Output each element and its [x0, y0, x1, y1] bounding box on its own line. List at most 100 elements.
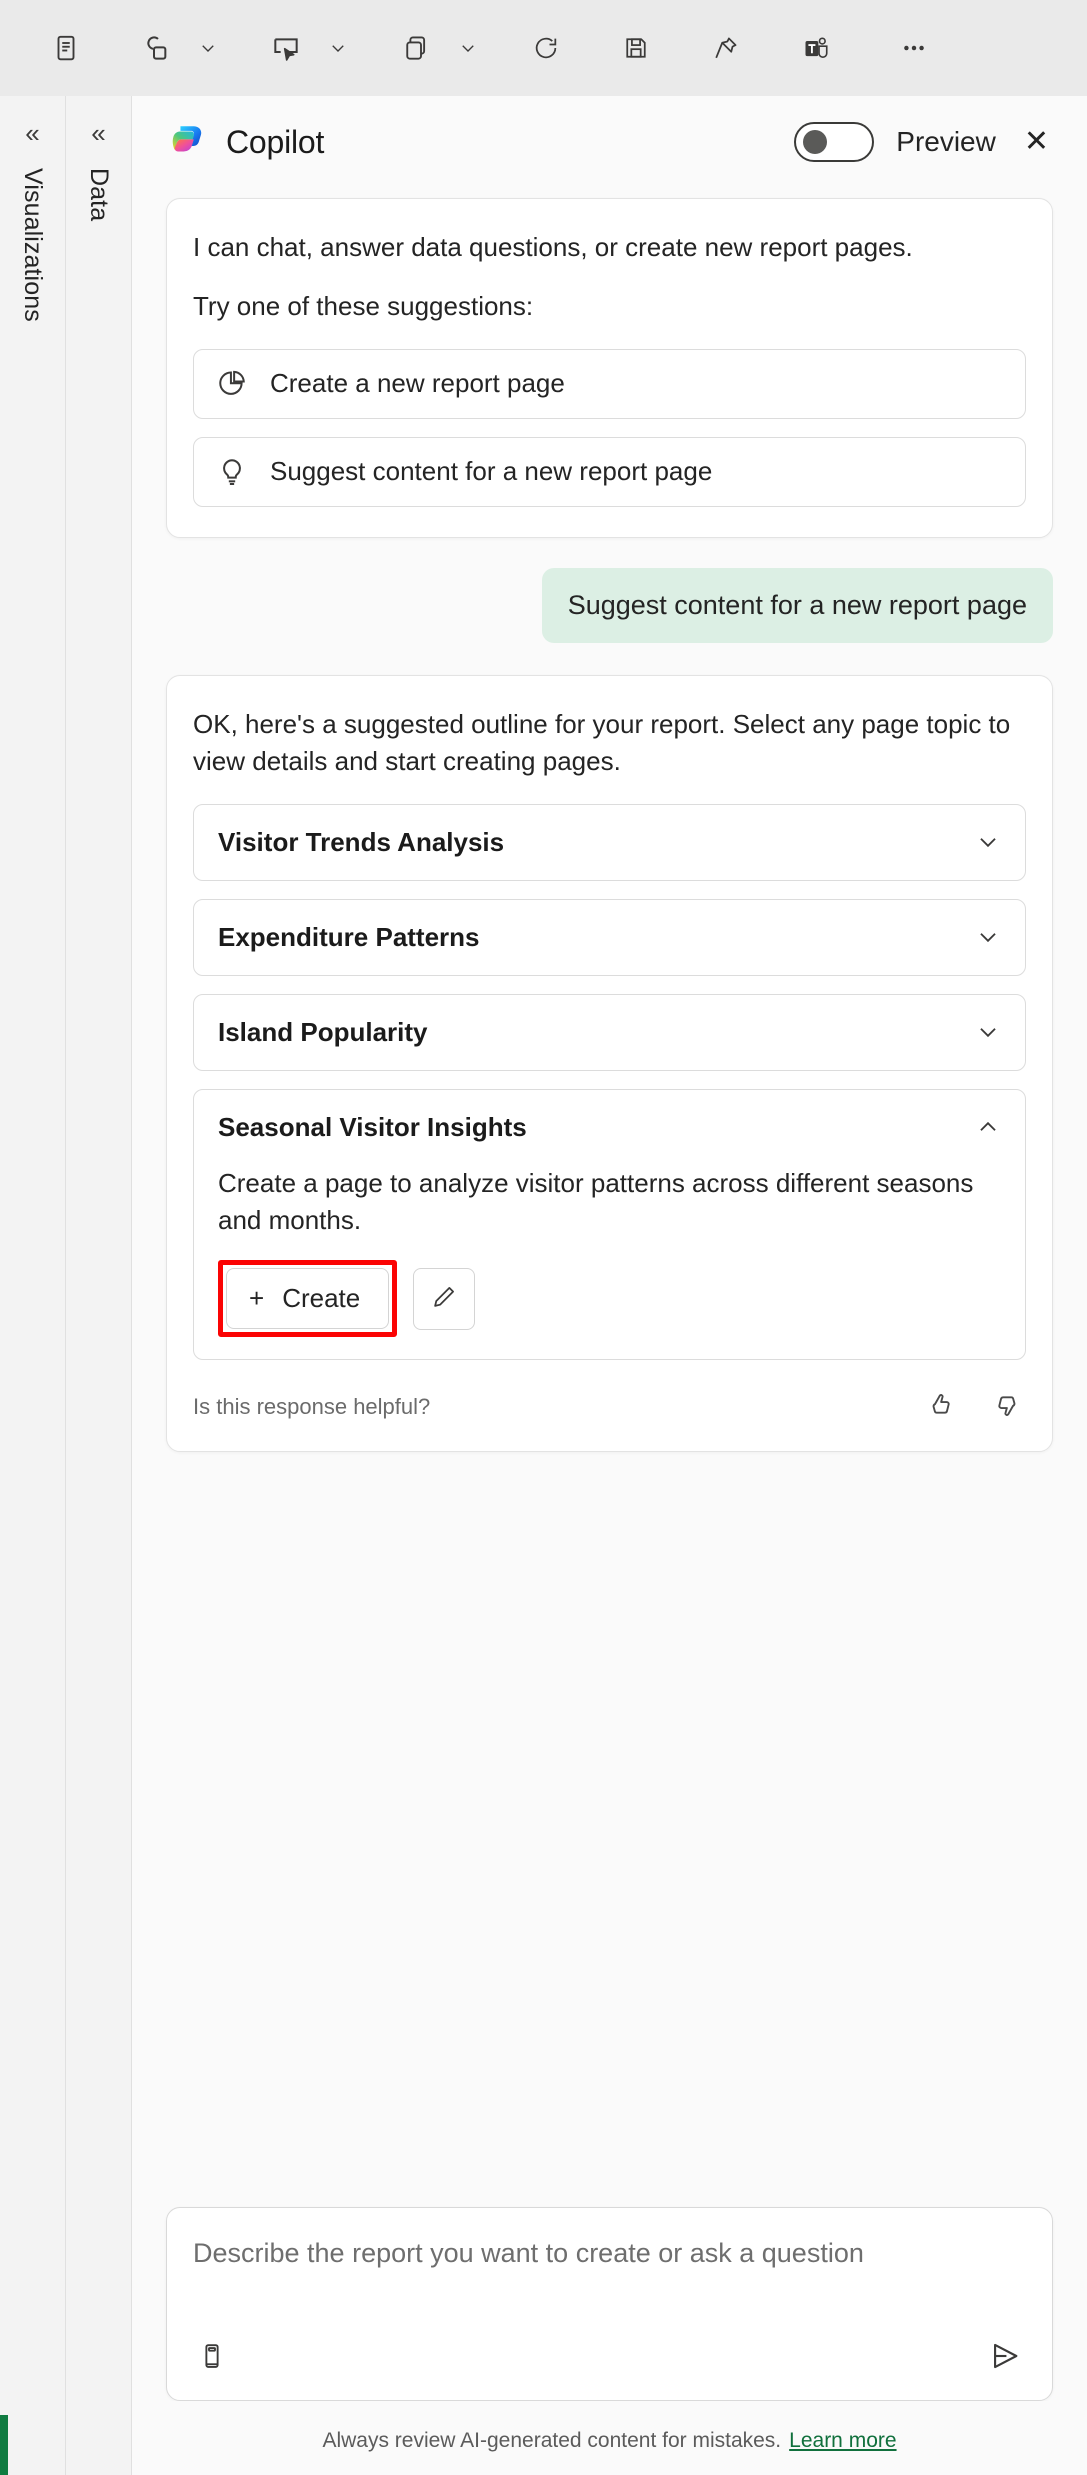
- save-button[interactable]: [604, 16, 668, 80]
- preview-label: Preview: [896, 126, 996, 157]
- accordion-title: Expenditure Patterns: [218, 921, 480, 952]
- outline-item-seasonal-visitor-insights[interactable]: Seasonal Visitor Insights Create a page …: [193, 1088, 1026, 1361]
- chevron-down-icon[interactable]: [975, 829, 1001, 855]
- user-message-row: Suggest content for a new report page: [166, 567, 1053, 643]
- copilot-logo-icon: [166, 121, 208, 163]
- composer-actions: [193, 2335, 1026, 2380]
- visual-caret-icon-button[interactable]: [448, 16, 488, 80]
- plus-icon: +: [249, 1283, 265, 1314]
- send-icon: [988, 2339, 1022, 2376]
- copilot-conversation: I can chat, answer data questions, or cr…: [132, 188, 1087, 2207]
- more-options-icon: [900, 34, 928, 62]
- power-bi-report-window: « Visualizations « Data Copilot Preview …: [0, 0, 1087, 2475]
- copilot-header: Copilot Preview ✕: [132, 96, 1087, 188]
- accordion-header[interactable]: Seasonal Visitor Insights: [194, 1090, 1025, 1165]
- chevron-down-icon: [329, 39, 347, 57]
- outline-item-island-popularity[interactable]: Island Popularity: [193, 993, 1026, 1071]
- chevron-down-icon[interactable]: [975, 1019, 1001, 1045]
- chevron-up-icon[interactable]: [975, 1114, 1001, 1140]
- text-box-icon: [51, 33, 81, 63]
- expand-chevron-icon[interactable]: «: [25, 120, 39, 146]
- report-toolbar: [0, 0, 1087, 96]
- expand-chevron-icon[interactable]: «: [91, 120, 105, 146]
- prompt-input[interactable]: [193, 2234, 1026, 2318]
- pin-icon: [712, 34, 740, 62]
- save-icon: [622, 34, 650, 62]
- copilot-intro-card: I can chat, answer data questions, or cr…: [166, 198, 1053, 538]
- buttons-icon-button[interactable]: [254, 16, 318, 80]
- copilot-pane: Copilot Preview ✕ I can chat, answer dat…: [132, 96, 1087, 2475]
- teams-chat-button[interactable]: [784, 16, 848, 80]
- chevron-down-icon: [459, 39, 477, 57]
- feedback-buttons: [922, 1386, 1026, 1427]
- pin-button[interactable]: [694, 16, 758, 80]
- text-box-icon-button[interactable]: [34, 16, 98, 80]
- outline-item-visitor-trends-analysis[interactable]: Visitor Trends Analysis: [193, 803, 1026, 881]
- preview-toggle[interactable]: [794, 122, 875, 162]
- sidebar-rail-data[interactable]: « Data: [66, 96, 132, 2475]
- refresh-button[interactable]: [514, 16, 578, 80]
- accordion-title: Visitor Trends Analysis: [218, 826, 505, 857]
- copilot-footer: Always review AI-generated content for m…: [132, 2401, 1087, 2475]
- sidebar-rail-visualizations-label: Visualizations: [19, 168, 47, 322]
- user-message-bubble: Suggest content for a new report page: [541, 567, 1053, 643]
- composer-area: [132, 2207, 1087, 2401]
- accordion-title: Island Popularity: [218, 1016, 428, 1047]
- intro-line-2: Try one of these suggestions:: [193, 290, 534, 321]
- rail-accent-bar: [0, 2415, 8, 2475]
- accordion-header[interactable]: Island Popularity: [194, 995, 1025, 1070]
- shapes-icon: [140, 32, 172, 64]
- accordion-description: Create a page to analyze visitor pattern…: [218, 1167, 974, 1235]
- suggestion-suggest-content[interactable]: Suggest content for a new report page: [193, 436, 1026, 507]
- pencil-icon: [430, 1283, 458, 1314]
- copilot-brand: Copilot: [166, 121, 324, 163]
- copilot-response-card: OK, here's a suggested outline for your …: [166, 674, 1053, 1453]
- create-button-highlight: + Create: [218, 1260, 398, 1338]
- edit-button[interactable]: [413, 1267, 476, 1330]
- intro-line-1: I can chat, answer data questions, or cr…: [193, 232, 913, 262]
- lightbulb-icon: [216, 456, 248, 488]
- thumbs-down-button[interactable]: [988, 1386, 1026, 1427]
- thumbs-down-icon: [992, 1390, 1022, 1423]
- composer: [166, 2207, 1053, 2401]
- thumbs-up-button[interactable]: [922, 1386, 960, 1427]
- conversation-spacer: [166, 1452, 1053, 2207]
- more-options-button[interactable]: [882, 16, 946, 80]
- suggestion-create-new-report-page[interactable]: Create a new report page: [193, 348, 1026, 419]
- copilot-title: Copilot: [226, 123, 325, 160]
- create-button[interactable]: + Create: [226, 1268, 390, 1330]
- preview-toggle-knob: [803, 130, 828, 154]
- buttons-icon: [270, 32, 302, 64]
- refresh-icon: [532, 34, 560, 62]
- chevron-down-icon[interactable]: [975, 924, 1001, 950]
- pie-chart-icon: [216, 368, 248, 400]
- accordion-header[interactable]: Expenditure Patterns: [194, 900, 1025, 975]
- report-body: « Visualizations « Data Copilot Preview …: [0, 96, 1087, 2475]
- thumbs-up-icon: [926, 1390, 956, 1423]
- chevron-down-icon: [199, 39, 217, 57]
- prompt-guide-button[interactable]: [193, 2337, 231, 2378]
- sidebar-rail-visualizations[interactable]: « Visualizations: [0, 96, 66, 2475]
- visual-icon-button[interactable]: [384, 16, 448, 80]
- suggestion-label: Suggest content for a new report page: [270, 456, 713, 487]
- accordion-title: Seasonal Visitor Insights: [218, 1111, 527, 1142]
- sidebar-rail-data-label: Data: [85, 168, 113, 222]
- shapes-caret-icon-button[interactable]: [188, 16, 228, 80]
- close-icon[interactable]: ✕: [1018, 123, 1055, 161]
- shapes-icon-button[interactable]: [124, 16, 188, 80]
- response-intro-text: OK, here's a suggested outline for your …: [193, 708, 1011, 776]
- visual-icon: [401, 33, 431, 63]
- feedback-label: Is this response helpful?: [193, 1393, 431, 1419]
- accordion-actions: + Create: [218, 1260, 1001, 1338]
- create-button-label: Create: [282, 1283, 361, 1314]
- buttons-caret-icon-button[interactable]: [318, 16, 358, 80]
- teams-icon: [802, 34, 830, 62]
- learn-more-link[interactable]: Learn more: [789, 2429, 896, 2453]
- accordion-header[interactable]: Visitor Trends Analysis: [194, 805, 1025, 880]
- suggestion-label: Create a new report page: [270, 368, 565, 399]
- send-button[interactable]: [984, 2335, 1026, 2380]
- feedback-row: Is this response helpful?: [193, 1386, 1026, 1427]
- copilot-header-actions: Preview ✕: [794, 122, 1055, 162]
- outline-item-expenditure-patterns[interactable]: Expenditure Patterns: [193, 898, 1026, 976]
- ai-disclaimer-text: Always review AI-generated content for m…: [322, 2429, 782, 2452]
